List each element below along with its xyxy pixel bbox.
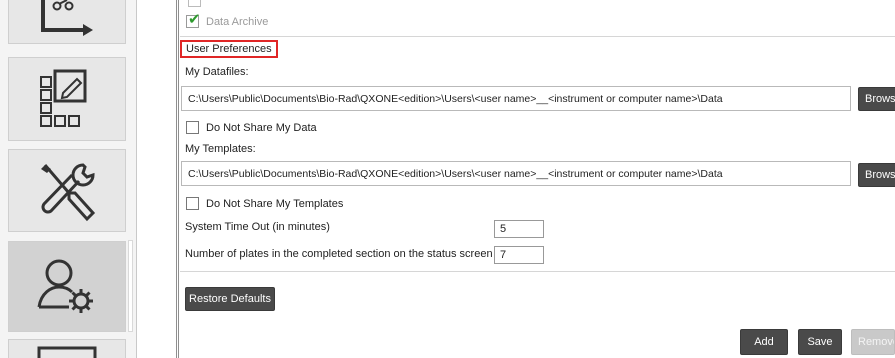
datafiles-browse-button[interactable]: Browse (858, 87, 895, 111)
templates-browse-button[interactable]: Browse (858, 163, 895, 187)
hidden-option-checkbox[interactable] (188, 0, 201, 7)
nav-item-plate-editor[interactable] (8, 57, 126, 141)
plates-count-label: Number of plates in the completed sectio… (185, 248, 493, 260)
user-preferences-heading: User Preferences (180, 40, 278, 58)
section-divider (180, 36, 895, 37)
data-archive-label: Data Archive (206, 16, 269, 28)
tools-icon (41, 162, 96, 221)
nav-item-plate-export[interactable] (8, 0, 126, 44)
remove-button[interactable]: Remove (851, 329, 895, 355)
left-nav (0, 0, 137, 358)
save-button[interactable]: Save (798, 329, 842, 355)
my-templates-label: My Templates: (185, 143, 256, 155)
my-datafiles-label: My Datafiles: (185, 66, 249, 78)
restore-defaults-button[interactable]: Restore Defaults (185, 287, 275, 311)
do-not-share-templates-checkbox[interactable] (186, 197, 199, 210)
do-not-share-data-checkbox[interactable] (186, 121, 199, 134)
timeout-label: System Time Out (in minutes) (185, 221, 330, 233)
nav-item-monitor[interactable] (8, 339, 126, 358)
nav-item-tools[interactable] (8, 149, 126, 232)
nav-item-user-settings[interactable] (8, 241, 126, 332)
timeout-input[interactable]: 5 (494, 220, 544, 238)
app-window: ✔ Data Archive User Preferences My Dataf… (0, 0, 895, 358)
monitor-icon (37, 346, 97, 358)
add-button[interactable]: Add (740, 329, 788, 355)
templates-path-field[interactable]: C:\Users\Public\Documents\Bio-Rad\QXONE<… (181, 161, 851, 186)
plate-editor-icon (40, 69, 87, 127)
datafiles-path-field[interactable]: C:\Users\Public\Documents\Bio-Rad\QXONE<… (181, 86, 851, 111)
do-not-share-data-label: Do Not Share My Data (206, 122, 317, 134)
panel-divider (178, 0, 179, 358)
section-divider (180, 271, 895, 272)
panel-divider (176, 0, 177, 358)
do-not-share-templates-label: Do Not Share My Templates (206, 198, 344, 210)
plates-count-input[interactable]: 7 (494, 246, 544, 264)
nav-scrollbar[interactable] (128, 240, 133, 332)
data-archive-checkbox[interactable]: ✔ (186, 11, 201, 28)
user-settings-icon (37, 259, 93, 313)
plate-export-icon (41, 0, 93, 36)
checkmark-icon: ✔ (188, 11, 201, 28)
